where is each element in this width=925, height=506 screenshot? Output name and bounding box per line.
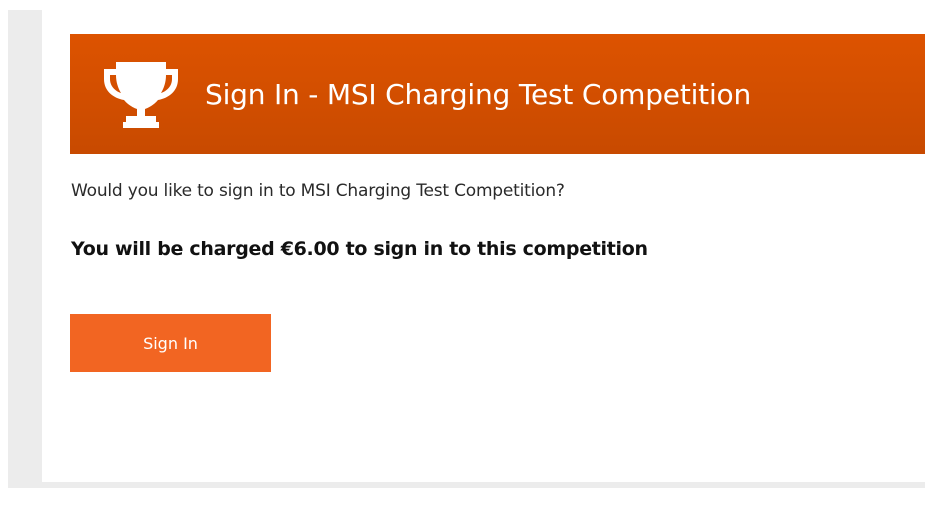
- charge-notice: You will be charged €6.00 to sign in to …: [71, 238, 648, 260]
- sign-in-button[interactable]: Sign In: [70, 314, 271, 372]
- competition-header: Sign In - MSI Charging Test Competition: [70, 34, 925, 154]
- page-title: Sign In - MSI Charging Test Competition: [205, 77, 752, 111]
- sign-in-question: Would you like to sign in to MSI Chargin…: [71, 181, 565, 201]
- trophy-icon: [104, 62, 178, 128]
